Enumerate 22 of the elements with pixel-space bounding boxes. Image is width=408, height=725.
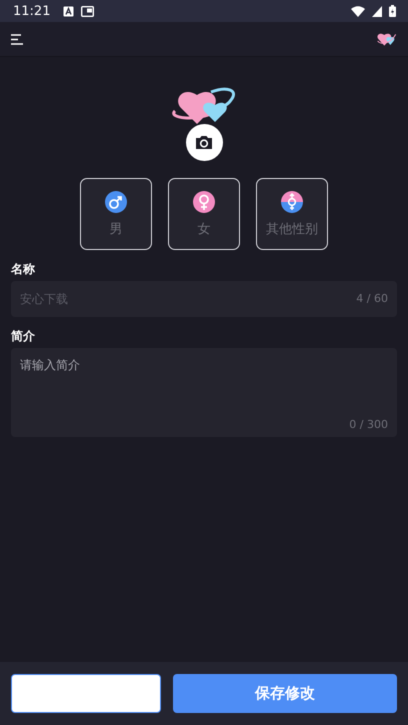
status-time: 11:21 bbox=[13, 4, 50, 18]
gender-option[interactable]: 其他性别 bbox=[256, 178, 328, 250]
character-count: 4 / 60 bbox=[356, 292, 388, 305]
camera-icon bbox=[195, 135, 213, 150]
battery-icon bbox=[389, 5, 396, 17]
signal-icon bbox=[372, 6, 382, 16]
female-symbol-icon bbox=[193, 190, 215, 212]
wifi-icon bbox=[351, 6, 365, 16]
camera-button[interactable] bbox=[186, 124, 222, 161]
save-button[interactable]: 保存修改 bbox=[173, 674, 397, 713]
field-label: 名称 bbox=[11, 261, 36, 278]
gender-option[interactable]: 男 bbox=[80, 178, 152, 250]
field-label: 简介 bbox=[11, 328, 36, 345]
menu-icon[interactable] bbox=[11, 34, 23, 44]
character-count: 0 / 300 bbox=[349, 418, 388, 431]
gender-symbol-icon bbox=[281, 190, 303, 212]
secondary-button[interactable] bbox=[11, 674, 161, 713]
male-symbol-icon bbox=[105, 190, 127, 212]
hearts-logo-icon bbox=[377, 31, 397, 47]
picture-in-picture-icon bbox=[81, 6, 94, 16]
gender-option[interactable]: 女 bbox=[168, 178, 240, 250]
notification-icon bbox=[63, 6, 74, 16]
